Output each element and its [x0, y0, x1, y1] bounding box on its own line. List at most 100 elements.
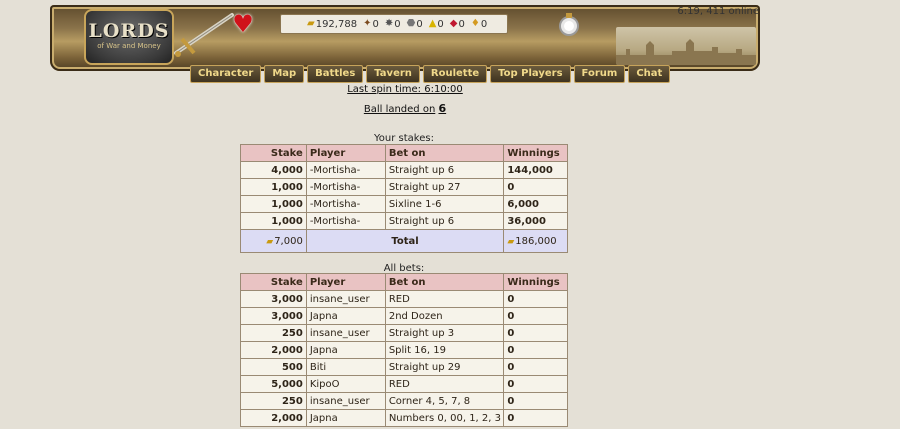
table-row: 500 Biti Straight up 29 0 [240, 358, 568, 376]
bet-cell: 2nd Dozen [384, 307, 505, 325]
resource-sulfur-value: 0 [437, 18, 444, 30]
resource-iron-value: 0 [394, 18, 401, 30]
winnings-cell: 0 [503, 178, 568, 196]
table-row: 1,000 -Mortisha- Straight up 6 36,000 [240, 212, 568, 230]
player-cell[interactable]: insane_user [305, 290, 386, 308]
bet-cell: RED [384, 290, 505, 308]
nav-map[interactable]: Map [264, 65, 305, 83]
nav-forum[interactable]: Forum [573, 65, 626, 83]
player-cell[interactable]: Japna [305, 307, 386, 325]
table-row: 2,000 Japna Split 16, 19 0 [240, 341, 568, 359]
logo-title: LORDS [88, 20, 170, 42]
resource-gold-value: 192,788 [315, 18, 358, 30]
bet-cell: Straight up 3 [384, 324, 505, 342]
table-row: 3,000 Japna 2nd Dozen 0 [240, 307, 568, 325]
stake-cell: 3,000 [240, 307, 307, 325]
nav-chat[interactable]: Chat [628, 65, 671, 83]
gold-coins-icon: ▰ [266, 236, 274, 247]
gold-coins-icon: ▰ [307, 18, 315, 29]
heart-icon[interactable]: ♥ [230, 11, 256, 37]
wood-icon: ✦ [363, 18, 372, 29]
iron-icon: ✸ [384, 18, 394, 29]
ball-result-number: 6 [438, 102, 447, 115]
player-cell[interactable]: KipoO [305, 375, 386, 393]
total-stake-value: 7,000 [274, 235, 303, 247]
player-cell[interactable]: insane_user [305, 324, 386, 342]
player-cell[interactable]: Biti [305, 358, 386, 376]
ring-icon[interactable] [557, 11, 581, 37]
resource-gems: ◆ 0 [450, 19, 465, 30]
your-stakes-caption: Your stakes: [374, 133, 434, 144]
player-cell[interactable]: insane_user [305, 392, 386, 410]
castle-icon [616, 39, 756, 65]
resource-mercury: ♦ 0 [471, 19, 487, 30]
stake-cell: 250 [240, 324, 307, 342]
all-bets-table: Stake Player Bet on Winnings 3,000 insan… [240, 273, 568, 427]
col-stake: Stake [240, 144, 307, 162]
nav-top-players[interactable]: Top Players [490, 65, 571, 83]
bet-cell: Straight up 29 [384, 358, 505, 376]
total-winnings-cell: ▰186,000 [503, 229, 568, 253]
resource-stone-value: 0 [416, 18, 423, 30]
resource-gems-value: 0 [458, 18, 465, 30]
winnings-cell: 0 [503, 375, 568, 393]
ball-result: Ball landed on 6 [0, 102, 810, 115]
winnings-cell: 0 [503, 307, 568, 325]
bet-cell: Straight up 6 [384, 161, 505, 179]
col-winnings: Winnings [503, 273, 568, 291]
stake-cell: 2,000 [240, 341, 307, 359]
stake-cell: 2,000 [240, 409, 307, 427]
winnings-cell: 0 [503, 290, 568, 308]
total-winnings-value: 186,000 [515, 235, 557, 247]
player-cell[interactable]: -Mortisha- [305, 212, 386, 230]
stake-cell: 1,000 [240, 212, 307, 230]
bet-cell: Corner 4, 5, 7, 8 [384, 392, 505, 410]
table-header-row: Stake Player Bet on Winnings [240, 144, 568, 162]
resource-mercury-value: 0 [480, 18, 488, 30]
resource-sulfur: ▲ 0 [429, 19, 444, 30]
stake-cell: 250 [240, 392, 307, 410]
col-bet-on: Bet on [384, 144, 505, 162]
last-spin-link[interactable]: Last spin time: 6:10:00 [347, 84, 463, 95]
col-winnings: Winnings [503, 144, 568, 162]
col-player: Player [305, 144, 386, 162]
table-row: 250 insane_user Corner 4, 5, 7, 8 0 [240, 392, 568, 410]
player-cell[interactable]: -Mortisha- [305, 195, 386, 213]
nav-character[interactable]: Character [190, 65, 262, 83]
stone-icon: ⬣ [406, 18, 416, 29]
sulfur-icon: ▲ [428, 18, 437, 29]
nav-tavern[interactable]: Tavern [366, 65, 420, 83]
winnings-cell: 6,000 [503, 195, 568, 213]
your-stakes-table: Stake Player Bet on Winnings 4,000 -Mort… [240, 144, 568, 253]
winnings-cell: 36,000 [503, 212, 568, 230]
nav-battles[interactable]: Battles [307, 65, 364, 83]
game-header: LORDS of War and Money ♥ ▰ 192,788 ✦ 0 ✸… [50, 5, 760, 83]
winnings-cell: 0 [503, 358, 568, 376]
bet-cell: Split 16, 19 [384, 341, 505, 359]
lords-logo[interactable]: LORDS of War and Money [84, 9, 174, 65]
player-cell[interactable]: -Mortisha- [305, 178, 386, 196]
bet-cell: Straight up 6 [384, 212, 505, 230]
resource-iron: ✸ 0 [385, 19, 401, 30]
stake-cell: 1,000 [240, 195, 307, 213]
resource-wood-value: 0 [372, 18, 379, 30]
gold-coins-icon: ▰ [507, 236, 515, 247]
resource-stone: ⬣ 0 [407, 19, 423, 30]
ball-result-text: Ball landed on [363, 104, 436, 115]
resource-gold: ▰ 192,788 [307, 19, 357, 30]
table-row: 1,000 -Mortisha- Sixline 1-6 6,000 [240, 195, 568, 213]
table-row: 1,000 -Mortisha- Straight up 27 0 [240, 178, 568, 196]
player-cell[interactable]: Japna [305, 409, 386, 427]
logo-subtitle: of War and Money [97, 42, 161, 50]
total-row: ▰7,000 Total ▰186,000 [240, 229, 568, 253]
total-label: Total [305, 229, 505, 253]
table-row: 5,000 KipoO RED 0 [240, 375, 568, 393]
winnings-cell: 0 [503, 324, 568, 342]
col-player: Player [305, 273, 386, 291]
mercury-icon: ♦ [470, 18, 480, 29]
player-cell[interactable]: -Mortisha- [305, 161, 386, 179]
player-cell[interactable]: Japna [305, 341, 386, 359]
bet-cell: Numbers 0, 00, 1, 2, 3 [384, 409, 505, 427]
nav-roulette[interactable]: Roulette [422, 65, 488, 83]
last-spin-time: Last spin time: 6:10:00 [0, 84, 810, 95]
